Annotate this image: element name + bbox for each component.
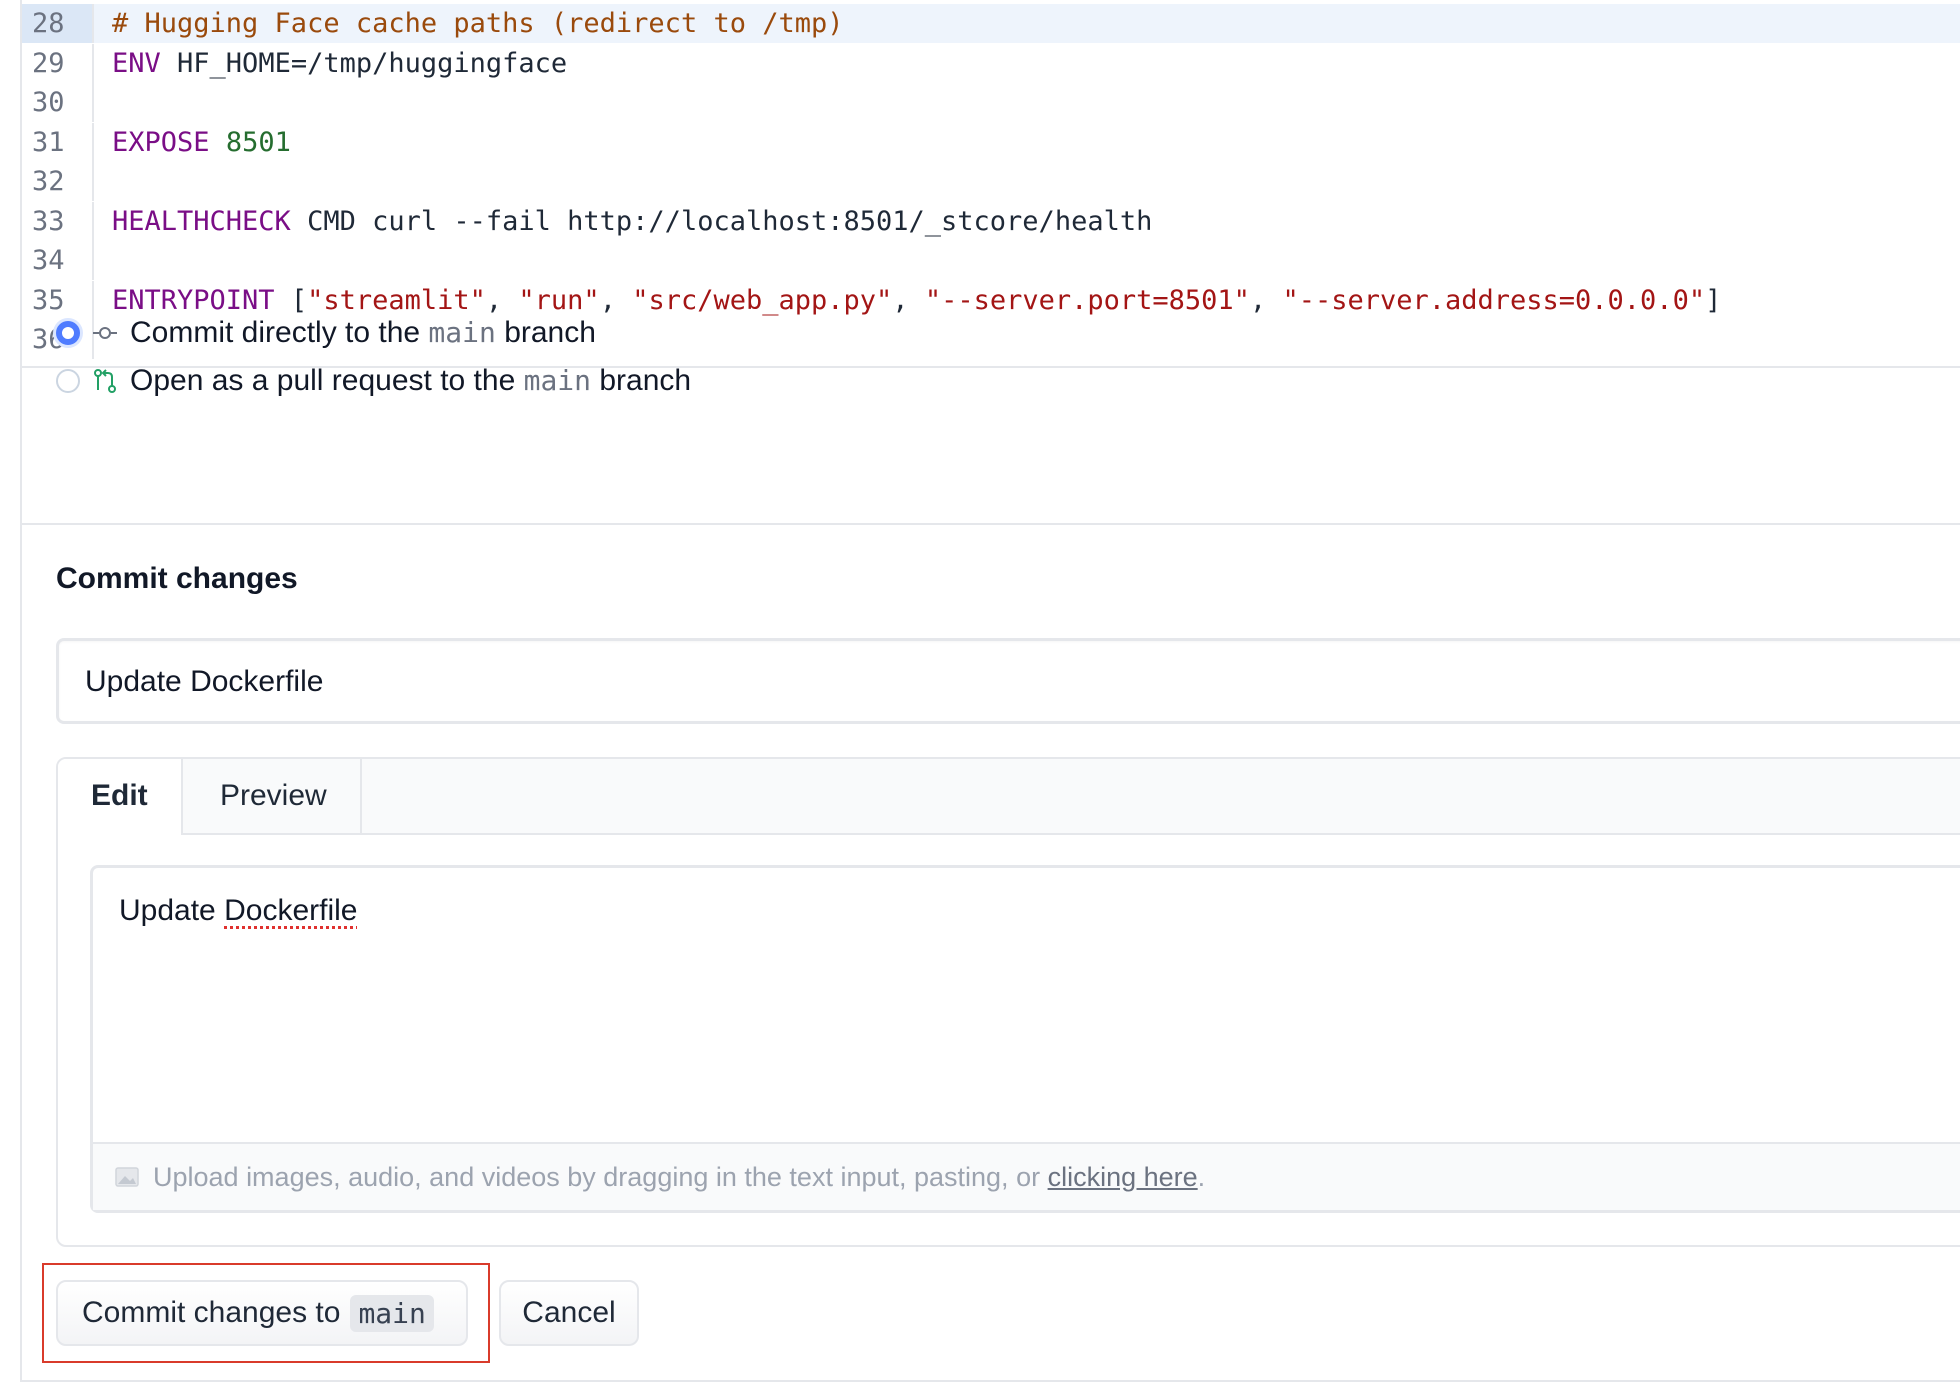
cancel-button[interactable]: Cancel bbox=[499, 1280, 639, 1346]
code-token: ENTRYPOINT bbox=[112, 284, 275, 316]
commit-section-title: Commit changes bbox=[56, 562, 298, 595]
commit-changes-button[interactable]: Commit changes to main bbox=[56, 1280, 468, 1346]
code-token: HEALTHCHECK bbox=[112, 205, 291, 237]
tab-preview[interactable]: Preview bbox=[187, 759, 362, 833]
code-text: # Hugging Face cache paths (redirect to … bbox=[112, 4, 844, 43]
editor-tabs: Edit Preview bbox=[58, 759, 1960, 835]
code-token: "streamlit" bbox=[307, 284, 486, 316]
radio-commit-direct[interactable] bbox=[56, 321, 80, 345]
line-number: 30 bbox=[22, 83, 94, 122]
code-line[interactable]: 31 EXPOSE 8501 bbox=[22, 122, 1960, 162]
code-text: HEALTHCHECK CMD curl --fail http://local… bbox=[112, 202, 1152, 241]
commit-summary-input[interactable]: Update Dockerfile bbox=[56, 638, 1960, 724]
code-line[interactable]: 32 bbox=[22, 162, 1960, 201]
commit-description-editor: Edit Preview Update Dockerfile Upload im… bbox=[56, 757, 1960, 1247]
upload-hint: Upload images, audio, and videos by drag… bbox=[93, 1142, 1960, 1210]
code-text: ENV HF_HOME=/tmp/huggingface bbox=[112, 44, 567, 83]
line-number: 34 bbox=[22, 241, 94, 280]
code-token: ] bbox=[1705, 284, 1722, 316]
code-token: , bbox=[1249, 284, 1283, 316]
pull-request-label: Open as a pull request to the main branc… bbox=[130, 364, 692, 397]
image-icon bbox=[115, 1167, 139, 1187]
code-line[interactable]: 28 # Hugging Face cache paths (redirect t… bbox=[22, 4, 1960, 43]
code-line[interactable]: 33 HEALTHCHECK CMD curl --fail http://loc… bbox=[22, 201, 1960, 241]
code-token: "run" bbox=[518, 284, 600, 316]
code-token: , bbox=[485, 284, 519, 316]
code-token: [ bbox=[274, 284, 308, 316]
code-token: "--server.address=0.0.0.0" bbox=[1282, 284, 1706, 316]
commit-icon bbox=[93, 327, 117, 339]
misspelled-word: Dockerfile bbox=[224, 894, 358, 927]
line-number: 28 bbox=[22, 4, 94, 43]
radio-pull-request[interactable] bbox=[56, 369, 80, 393]
line-number: 32 bbox=[22, 162, 94, 201]
commit-page: 28 # Hugging Face cache paths (redirect t… bbox=[20, 0, 1960, 1382]
code-text: EXPOSE 8501 bbox=[112, 123, 291, 162]
code-line[interactable]: 29 ENV HF_HOME=/tmp/huggingface bbox=[22, 43, 1960, 83]
branch-name: main bbox=[523, 364, 592, 397]
branch-name: main bbox=[428, 316, 496, 349]
commit-direct-label: Commit directly to the main branch bbox=[130, 316, 596, 349]
code-token: , bbox=[892, 284, 925, 316]
code-token: CMD curl --fail http://localhost:8501/_s… bbox=[290, 205, 1153, 237]
option-pull-request[interactable]: Open as a pull request to the main branc… bbox=[56, 361, 691, 401]
divider bbox=[22, 523, 1960, 525]
code-token: , bbox=[599, 284, 633, 316]
description-text: Update Dockerfile bbox=[119, 894, 358, 927]
upload-link[interactable]: clicking here bbox=[1048, 1162, 1198, 1193]
code-token: HF_HOME=/tmp/huggingface bbox=[160, 47, 568, 79]
line-number: 31 bbox=[22, 122, 94, 162]
code-token: EXPOSE bbox=[112, 126, 210, 158]
line-number: 33 bbox=[22, 201, 94, 241]
code-token: # Hugging Face cache paths (redirect to … bbox=[112, 8, 844, 39]
code-token: "--server.port=8501" bbox=[924, 284, 1250, 316]
code-token: "src/web_app.py" bbox=[632, 284, 893, 316]
option-commit-direct[interactable]: Commit directly to the main branch bbox=[56, 313, 596, 353]
code-line[interactable]: 30 bbox=[22, 83, 1960, 122]
branch-chip: main bbox=[350, 1294, 434, 1332]
code-line[interactable]: 34 bbox=[22, 241, 1960, 280]
commit-description-textarea[interactable]: Update Dockerfile Upload images, audio, … bbox=[90, 865, 1960, 1213]
line-number: 29 bbox=[22, 43, 94, 83]
code-token: ENV bbox=[112, 47, 161, 79]
code-token: 8501 bbox=[225, 126, 291, 158]
pull-request-icon bbox=[94, 369, 116, 393]
tab-edit[interactable]: Edit bbox=[58, 759, 183, 835]
